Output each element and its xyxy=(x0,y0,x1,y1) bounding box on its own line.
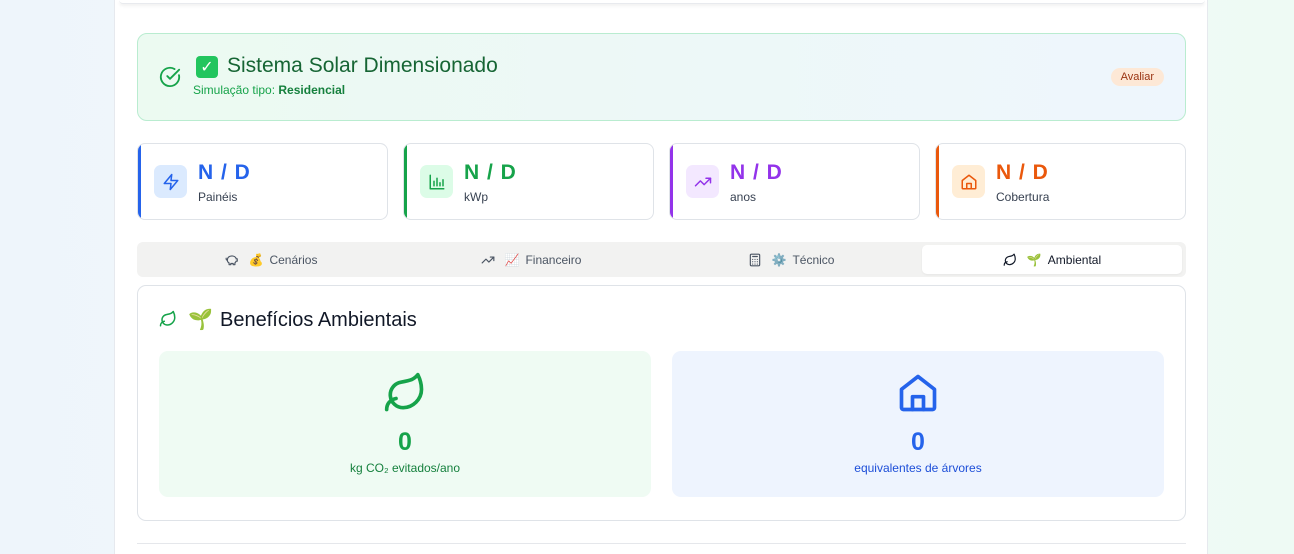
stat-label: Cobertura xyxy=(996,190,1050,204)
money-bag-emoji: 💰 xyxy=(248,252,264,267)
tab-environmental[interactable]: 🌱 Ambiental xyxy=(922,245,1182,274)
subtitle-prefix: Simulação tipo: xyxy=(193,83,279,97)
leaf-icon xyxy=(159,310,176,327)
co2-value: 0 xyxy=(398,428,412,456)
tab-label: Cenários xyxy=(269,252,318,267)
tab-label: Financeiro xyxy=(525,252,582,267)
co2-label: kg CO₂ evitados/ano xyxy=(349,461,461,475)
checkbox-emoji-icon: ✓ xyxy=(196,56,218,78)
stat-label: kWp xyxy=(464,190,488,204)
stat-label: anos xyxy=(730,190,757,204)
zap-icon xyxy=(154,165,187,198)
seedling-emoji: 🌱 xyxy=(1026,252,1042,267)
accent-bar xyxy=(138,144,141,219)
leaf-icon xyxy=(1003,253,1017,267)
simulation-type: Residencial xyxy=(278,83,346,97)
stat-card-coverage: N / D Cobertura xyxy=(935,143,1186,220)
calculator-icon xyxy=(748,253,762,267)
divider xyxy=(137,543,1186,544)
tab-label: Ambiental xyxy=(1047,252,1102,267)
stat-value: N / D xyxy=(464,161,517,184)
gear-emoji: ⚙️ xyxy=(771,252,787,267)
stat-card-kwp: N / D kWp xyxy=(403,143,654,220)
main-page: ✓ Sistema Solar Dimensionado Simulação t… xyxy=(114,0,1208,554)
home-icon xyxy=(952,165,985,198)
accent-bar xyxy=(670,144,673,219)
tab-financial[interactable]: 📈 Financeiro xyxy=(401,245,661,274)
trending-up-icon xyxy=(481,253,495,267)
accent-bar xyxy=(936,144,939,219)
environmental-benefits-card: 🌱 Benefícios Ambientais 0 kg CO₂ evitado… xyxy=(137,285,1186,521)
tab-scenarios[interactable]: 💰 Cenários xyxy=(141,245,401,274)
card-title: Benefícios Ambientais xyxy=(220,309,417,331)
piggy-bank-icon xyxy=(225,253,239,267)
stat-card-years: N / D anos xyxy=(669,143,920,220)
banner-subtitle: Simulação tipo: Residencial xyxy=(193,83,345,97)
top-card-edge xyxy=(119,0,1205,4)
evaluate-badge[interactable]: Avaliar xyxy=(1110,68,1164,86)
tab-technical[interactable]: ⚙️ Técnico xyxy=(661,245,921,274)
stat-value: N / D xyxy=(996,161,1049,184)
co2-metric: 0 kg CO₂ evitados/ano xyxy=(159,351,651,497)
stat-value: N / D xyxy=(198,161,251,184)
tab-list: 💰 Cenários 📈 Financeiro ⚙️ Técnico 🌱 Amb… xyxy=(137,242,1186,277)
leaf-icon xyxy=(384,372,424,412)
bar-chart-icon xyxy=(420,165,453,198)
trees-label: equivalentes de árvores xyxy=(854,461,982,475)
trending-up-icon xyxy=(686,165,719,198)
trees-metric: 0 equivalentes de árvores xyxy=(672,351,1164,497)
stat-label: Painéis xyxy=(198,190,238,204)
seedling-emoji: 🌱 xyxy=(188,309,213,331)
success-banner: ✓ Sistema Solar Dimensionado Simulação t… xyxy=(137,33,1186,121)
tab-label: Técnico xyxy=(792,252,835,267)
home-icon xyxy=(899,374,937,412)
stat-value: N / D xyxy=(730,161,783,184)
stat-card-panels: N / D Painéis xyxy=(137,143,388,220)
accent-bar xyxy=(404,144,407,219)
circle-check-icon xyxy=(159,66,181,87)
chart-emoji: 📈 xyxy=(504,252,520,267)
trees-value: 0 xyxy=(911,428,925,456)
banner-title: Sistema Solar Dimensionado xyxy=(227,54,498,77)
